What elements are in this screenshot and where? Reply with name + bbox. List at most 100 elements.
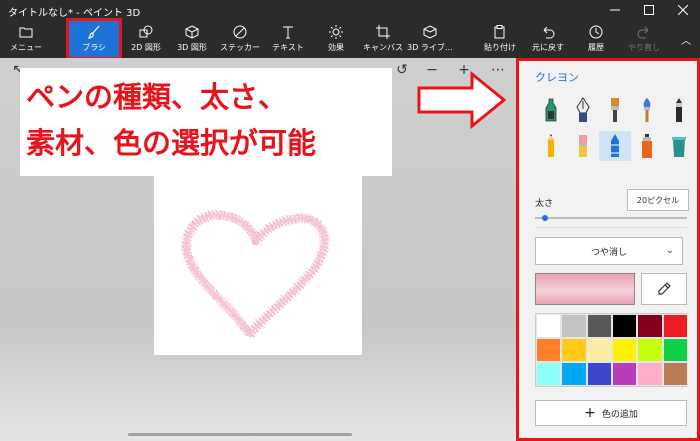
color-palette: [535, 313, 688, 387]
add-color-button[interactable]: + 色の追加: [535, 400, 687, 426]
fill-bucket-icon: [672, 137, 686, 157]
paste-button[interactable]: 貼り付け: [480, 20, 520, 58]
oil-brush-icon: [611, 98, 619, 122]
collapse-ribbon-button[interactable]: ︿: [676, 20, 696, 58]
brush-fill[interactable]: [663, 131, 695, 161]
palette-swatch[interactable]: [637, 314, 663, 338]
pencil-icon: [548, 134, 554, 157]
palette-swatch[interactable]: [611, 314, 638, 338]
undo-button[interactable]: 元に戻す: [528, 20, 568, 58]
palette-swatch[interactable]: [586, 362, 612, 386]
palette-swatch[interactable]: [611, 338, 638, 362]
undo-label: 元に戻す: [532, 43, 564, 52]
brush-oil[interactable]: [599, 95, 631, 125]
canvas-label: キャンバス: [363, 43, 403, 52]
add-color-label: 色の追加: [601, 409, 638, 420]
close-icon: [678, 5, 688, 15]
menu-button[interactable]: メニュー: [6, 20, 46, 58]
3d-shapes-tab[interactable]: 3D 図形: [172, 20, 212, 58]
effects-tab[interactable]: 効果: [318, 20, 354, 58]
brush-pencil[interactable]: [535, 131, 567, 161]
palette-swatch[interactable]: [586, 314, 612, 338]
spray-can-icon: [642, 134, 652, 158]
3d-shapes-label: 3D 図形: [177, 43, 207, 52]
3d-library-icon: [423, 25, 437, 39]
palette-swatch[interactable]: [662, 362, 688, 386]
brush-grid: [535, 95, 695, 161]
brush-properties-panel: クレヨン 太さ 20ピクセル つや消し ⌄ + 色の追加: [516, 58, 700, 441]
3d-shapes-icon: [185, 25, 199, 39]
brush-eraser[interactable]: [567, 131, 599, 161]
palette-swatch[interactable]: [561, 314, 587, 338]
3d-library-label: 3D ライブ…: [407, 43, 453, 52]
palette-swatch[interactable]: [637, 362, 663, 386]
stickers-label: ステッカー: [220, 43, 260, 52]
current-color-swatch[interactable]: [535, 273, 635, 305]
text-label: テキスト: [272, 43, 304, 52]
3d-library-tab[interactable]: 3D ライブ…: [407, 20, 453, 58]
stickers-tab[interactable]: ステッカー: [218, 20, 262, 58]
finish-value: つや消し: [590, 247, 627, 258]
palette-swatch[interactable]: [561, 362, 587, 386]
paste-icon: [494, 25, 505, 39]
plus-icon: +: [584, 405, 596, 421]
effects-icon: [329, 25, 343, 39]
canvas-icon: [376, 25, 390, 39]
redo-icon: [637, 26, 649, 39]
brush-crayon[interactable]: [599, 131, 631, 161]
eraser-icon: [579, 135, 587, 157]
canvas-tab[interactable]: キャンバス: [362, 20, 404, 58]
menu-label: メニュー: [10, 43, 42, 52]
thickness-slider-knob[interactable]: [542, 215, 548, 221]
history-button[interactable]: 履歴: [578, 20, 614, 58]
maximize-icon: [644, 5, 654, 15]
brushes-tab[interactable]: ブラシ: [66, 18, 122, 60]
minimize-button[interactable]: [598, 0, 632, 20]
palette-swatch[interactable]: [536, 338, 562, 362]
effects-label: 効果: [328, 43, 344, 52]
minimize-icon: [610, 9, 620, 11]
eyedropper-icon: [658, 282, 671, 295]
callout-line-2: 素材、色の選択が可能: [26, 126, 317, 160]
text-tab[interactable]: テキスト: [270, 20, 306, 58]
2d-shapes-tab[interactable]: 2D 図形: [126, 20, 166, 58]
palette-swatch[interactable]: [662, 314, 688, 338]
crayon-heart-drawing: [181, 210, 329, 340]
rotate-icon[interactable]: ↺: [394, 62, 410, 78]
callout-arrow-icon: [417, 70, 507, 130]
brush-watercolor[interactable]: [631, 95, 663, 125]
watercolor-icon: [643, 98, 651, 122]
palette-swatch[interactable]: [561, 338, 587, 362]
chevron-up-icon: ︿: [681, 35, 691, 47]
thickness-slider[interactable]: [535, 215, 687, 221]
drawing-canvas[interactable]: [154, 173, 362, 355]
palette-swatch[interactable]: [536, 314, 562, 338]
thickness-label: 太さ: [535, 199, 554, 209]
palette-swatch[interactable]: [611, 362, 638, 386]
crayon-icon: [611, 134, 619, 157]
finish-dropdown[interactable]: つや消し ⌄: [535, 237, 683, 265]
panel-title: クレヨン: [535, 71, 579, 84]
eyedropper-button[interactable]: [641, 273, 687, 305]
title-bar: タイトルなし* - ペイント 3D: [0, 0, 700, 20]
redo-button[interactable]: やり直し: [624, 20, 664, 58]
brush-marker[interactable]: [535, 95, 567, 125]
palette-swatch[interactable]: [586, 338, 612, 362]
horizontal-scrollbar[interactable]: [128, 433, 352, 436]
chevron-down-icon: ⌄: [665, 245, 674, 256]
palette-swatch[interactable]: [637, 338, 663, 362]
maximize-button[interactable]: [632, 0, 666, 20]
close-button[interactable]: [666, 0, 700, 20]
thickness-input[interactable]: 20ピクセル: [627, 189, 689, 211]
undo-icon: [543, 26, 555, 39]
paste-label: 貼り付け: [484, 43, 516, 52]
window-title: タイトルなし* - ペイント 3D: [8, 8, 141, 19]
redo-label: やり直し: [628, 43, 660, 52]
palette-swatch[interactable]: [662, 338, 688, 362]
callout-line-1: ペンの種類、太さ、: [26, 80, 288, 114]
2d-shapes-label: 2D 図形: [131, 43, 161, 52]
palette-swatch[interactable]: [536, 362, 562, 386]
brush-calligraphy-pen[interactable]: [567, 95, 599, 125]
brush-pixel-pen[interactable]: [663, 95, 695, 125]
brush-spray-can[interactable]: [631, 131, 663, 161]
